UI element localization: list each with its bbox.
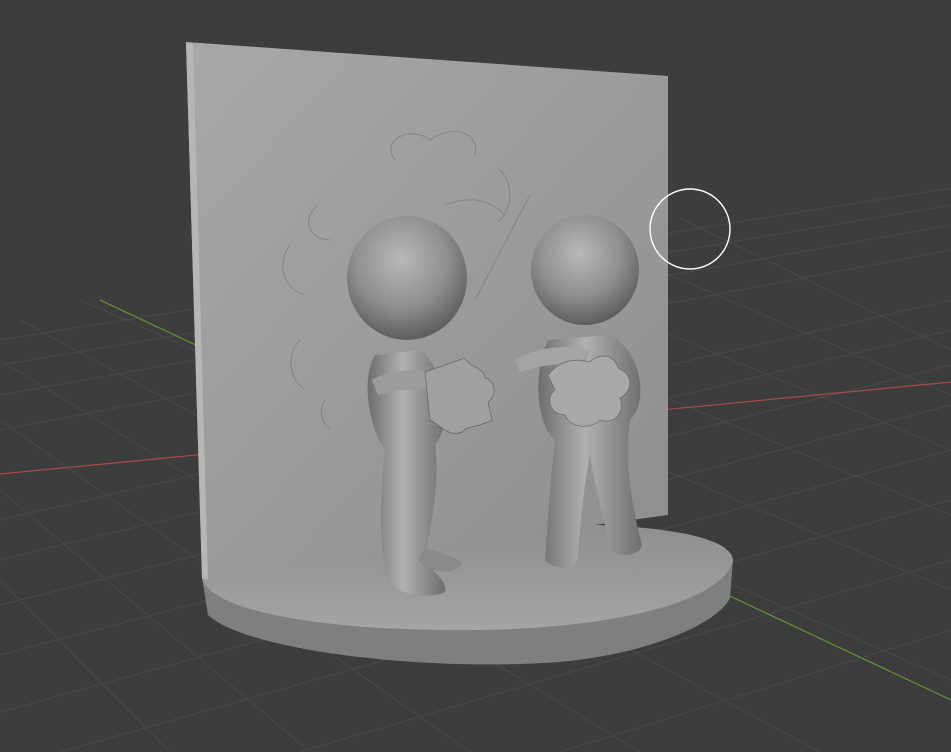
viewport-canvas[interactable]: [0, 0, 951, 752]
3d-viewport[interactable]: [0, 0, 951, 752]
